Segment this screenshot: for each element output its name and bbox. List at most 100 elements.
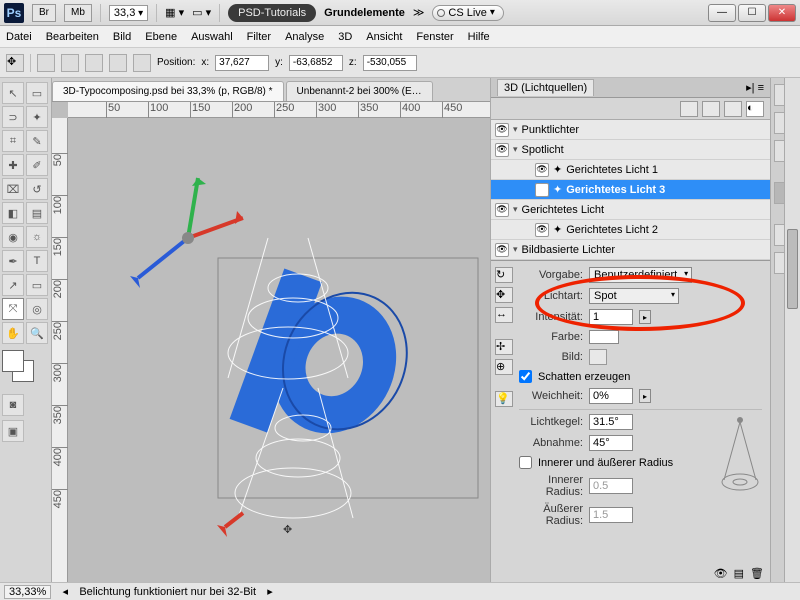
type-tool[interactable]: T: [26, 250, 48, 272]
panel-tab-3d[interactable]: 3D (Lichtquellen) ▸| ≡: [491, 78, 770, 98]
tree-licht-2[interactable]: 👁✦Gerichtetes Licht 2: [491, 220, 770, 240]
menu-ansicht[interactable]: Ansicht: [366, 31, 402, 43]
screen-icon[interactable]: ▭ ▾: [192, 6, 211, 19]
stamp-tool[interactable]: ⌧: [2, 178, 24, 200]
weichheit-step[interactable]: ▸: [639, 389, 651, 403]
menu-3d[interactable]: 3D: [338, 31, 352, 43]
vorgabe-select[interactable]: Benutzerdefiniert: [589, 267, 692, 283]
view-icon[interactable]: ▦ ▾: [165, 6, 184, 19]
gradient-tool[interactable]: ▤: [26, 202, 48, 224]
status-zoom[interactable]: 33,33%: [4, 585, 51, 599]
eye-icon[interactable]: 👁: [535, 223, 549, 237]
orbit-icon[interactable]: [61, 54, 79, 72]
heal-tool[interactable]: ✚: [2, 154, 24, 176]
home-icon[interactable]: [37, 54, 55, 72]
menu-bild[interactable]: Bild: [113, 31, 131, 43]
wand-tool[interactable]: ✦: [26, 106, 48, 128]
filter-scene-icon[interactable]: [680, 101, 698, 117]
tool-light-slide-icon[interactable]: ↔: [495, 307, 513, 323]
tree-spotlicht[interactable]: 👁▾Spotlicht: [491, 140, 770, 160]
doc-tab-1[interactable]: 3D-Typocomposing.psd bei 33,3% (p, RGB/8…: [52, 81, 284, 101]
lasso-tool[interactable]: ⊃: [2, 106, 24, 128]
tree-gerichtetes[interactable]: 👁▾Gerichtetes Licht: [491, 200, 770, 220]
tree-punktlichter[interactable]: 👁▾Punktlichter: [491, 120, 770, 140]
eraser-tool[interactable]: ◧: [2, 202, 24, 224]
menu-analyse[interactable]: Analyse: [285, 31, 324, 43]
status-prev-icon[interactable]: ◂: [59, 585, 71, 598]
minibridge-button[interactable]: Mb: [64, 4, 92, 22]
quickmask-toggle[interactable]: ◙: [2, 394, 24, 416]
close-button[interactable]: ✕: [768, 4, 796, 22]
bridge-button[interactable]: Br: [32, 4, 56, 22]
menu-datei[interactable]: Datei: [6, 31, 32, 43]
menu-ebene[interactable]: Ebene: [145, 31, 177, 43]
tool-origin-icon[interactable]: ⊕: [495, 359, 513, 375]
menu-bearbeiten[interactable]: Bearbeiten: [46, 31, 99, 43]
minimize-button[interactable]: —: [708, 4, 736, 22]
brush-tool[interactable]: ✐: [26, 154, 48, 176]
dodge-tool[interactable]: ☼: [26, 226, 48, 248]
3d-object-tool[interactable]: ⤧: [2, 298, 24, 320]
abnahme-input[interactable]: [589, 435, 633, 451]
eye-icon[interactable]: 👁: [495, 243, 509, 257]
pen-tool[interactable]: ✒: [2, 250, 24, 272]
menu-hilfe[interactable]: Hilfe: [468, 31, 490, 43]
filter-material-icon[interactable]: [724, 101, 742, 117]
hand-tool[interactable]: ✋: [2, 322, 24, 344]
zoom-select[interactable]: 33,3 ▾: [109, 5, 148, 21]
schatten-checkbox[interactable]: [519, 370, 532, 383]
tool-point-at-icon[interactable]: ✢: [495, 339, 513, 355]
filter-light-icon[interactable]: ◐: [746, 101, 764, 117]
toggle-lights-icon[interactable]: 👁: [714, 567, 728, 580]
tree-licht-1[interactable]: 👁✦Gerichtetes Licht 1: [491, 160, 770, 180]
scale-icon[interactable]: [109, 54, 127, 72]
menu-fenster[interactable]: Fenster: [416, 31, 453, 43]
eye-icon[interactable]: 👁: [535, 183, 549, 197]
pan-icon[interactable]: [85, 54, 103, 72]
screenmode-toggle[interactable]: ▣: [2, 420, 24, 442]
farbe-swatch[interactable]: [589, 330, 619, 344]
path-tool[interactable]: ↗: [2, 274, 24, 296]
delete-light-icon[interactable]: 🗑: [750, 567, 764, 580]
maximize-button[interactable]: ☐: [738, 4, 766, 22]
x-input[interactable]: [215, 55, 269, 71]
3d-camera-tool[interactable]: ◎: [26, 298, 48, 320]
y-input[interactable]: [289, 55, 343, 71]
fg-swatch[interactable]: [2, 350, 24, 372]
tree-bildbasiert[interactable]: 👁▾Bildbasierte Lichter: [491, 240, 770, 260]
cslive-button[interactable]: CS Live ▾: [432, 5, 504, 21]
menu-filter[interactable]: Filter: [247, 31, 271, 43]
doc-tab-2[interactable]: Unbenannt-2 bei 300% (E…: [286, 81, 433, 101]
marquee-tool[interactable]: ▭: [26, 82, 48, 104]
tool-preset-icon[interactable]: ✥: [6, 54, 24, 72]
shape-tool[interactable]: ▭: [26, 274, 48, 296]
zoom-tool[interactable]: 🔍: [26, 322, 48, 344]
tool-light-pan-icon[interactable]: ✥: [495, 287, 513, 303]
blur-tool[interactable]: ◉: [2, 226, 24, 248]
tool-light-rotate-icon[interactable]: ↻: [495, 267, 513, 283]
crop-tool[interactable]: ⌗: [2, 130, 24, 152]
menu-auswahl[interactable]: Auswahl: [191, 31, 233, 43]
lichtkegel-input[interactable]: [589, 414, 633, 430]
lichtart-select[interactable]: Spot: [589, 288, 679, 304]
tool-light-type-icon[interactable]: 💡: [495, 391, 513, 407]
intensitaet-step[interactable]: ▸: [639, 310, 651, 324]
history-tool[interactable]: ↺: [26, 178, 48, 200]
more-icon[interactable]: ≫: [413, 6, 425, 19]
filter-mesh-icon[interactable]: [702, 101, 720, 117]
eye-icon[interactable]: 👁: [535, 163, 549, 177]
new-light-icon[interactable]: ▤: [734, 567, 744, 580]
panel-menu-icon[interactable]: ▸| ≡: [746, 81, 764, 94]
weichheit-input[interactable]: [589, 388, 633, 404]
color-swatches[interactable]: [2, 350, 42, 390]
radius-checkbox[interactable]: [519, 456, 532, 469]
eye-icon[interactable]: 👁: [495, 203, 509, 217]
eye-icon[interactable]: 👁: [495, 123, 509, 137]
move-icon[interactable]: [133, 54, 151, 72]
eyedrop-tool[interactable]: ✎: [26, 130, 48, 152]
move-tool[interactable]: ↖: [2, 82, 24, 104]
eye-icon[interactable]: 👁: [495, 143, 509, 157]
status-next-icon[interactable]: ▸: [264, 585, 276, 598]
intensitaet-input[interactable]: [589, 309, 633, 325]
doc-group-pill[interactable]: PSD-Tutorials: [228, 4, 316, 22]
